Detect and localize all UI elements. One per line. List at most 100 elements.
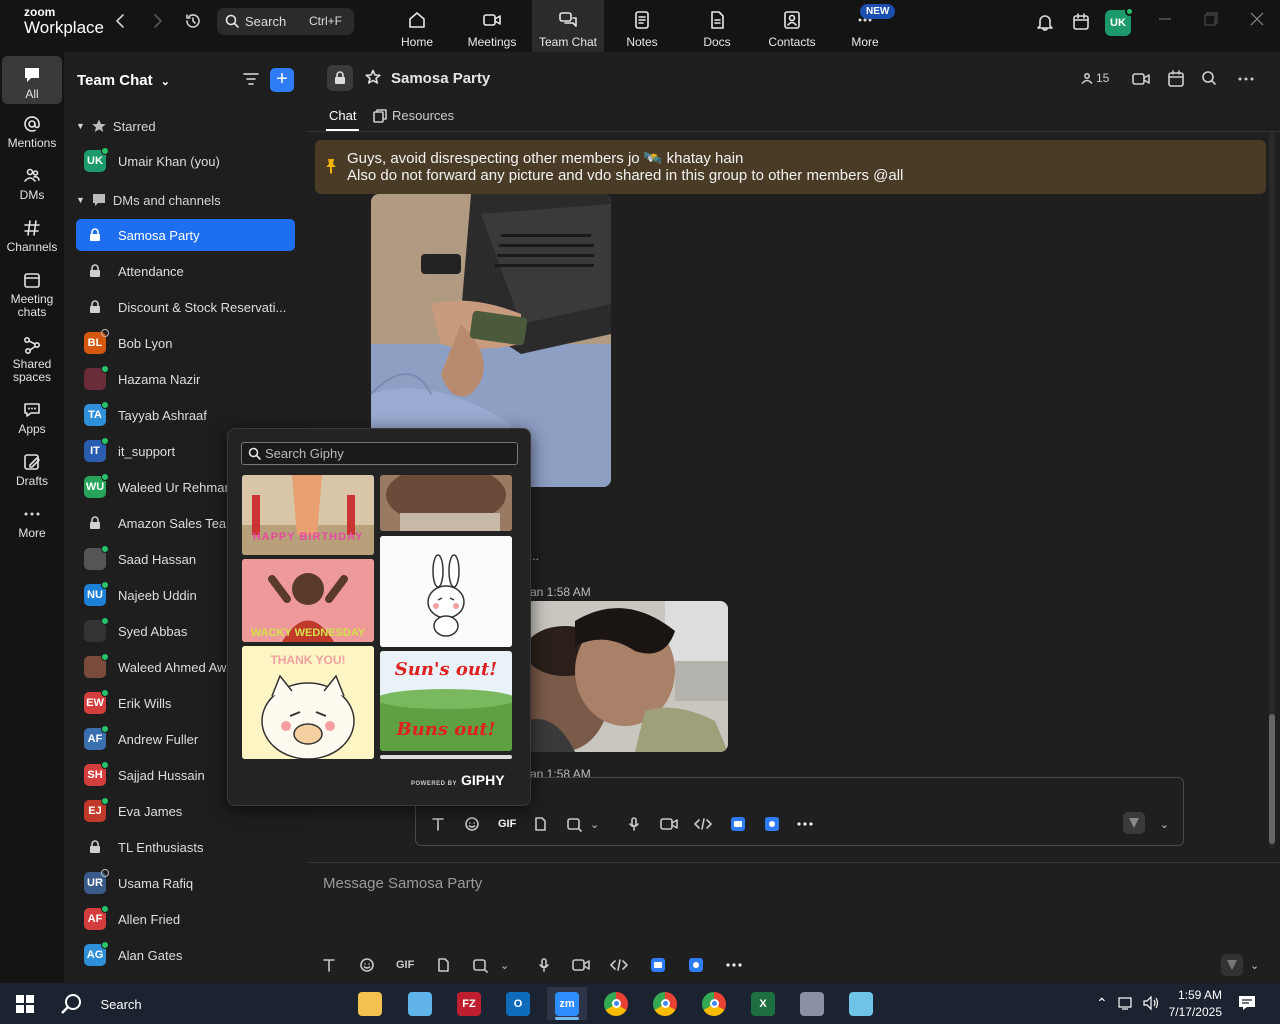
windows-start-icon[interactable] <box>16 995 34 1013</box>
tab-home[interactable]: Home <box>381 0 453 52</box>
rail-drafts[interactable]: Drafts <box>2 452 62 488</box>
user-avatar[interactable]: UK <box>1105 7 1134 36</box>
microphone-icon[interactable] <box>536 957 552 973</box>
sidebar-item-starred-0[interactable]: UK Umair Khan (you) <box>76 145 295 177</box>
star-outline-icon[interactable] <box>365 69 381 85</box>
pinned-message-banner[interactable]: Guys, avoid disrespecting other members … <box>315 140 1266 194</box>
member-count[interactable]: 15 <box>1081 71 1109 85</box>
gif-thumbnail[interactable]: WACKY WEDNESDAY <box>242 559 374 642</box>
whiteboard-icon[interactable] <box>1071 12 1091 32</box>
starred-section-header[interactable]: ▼ Starred <box>76 118 156 134</box>
tab-notes[interactable]: Notes <box>606 0 678 52</box>
file-icon[interactable] <box>435 957 451 973</box>
excel-icon[interactable]: X <box>743 987 783 1020</box>
gif-thumbnail[interactable] <box>380 755 512 759</box>
chevron-down-icon[interactable]: ⌄ <box>1250 959 1259 972</box>
app-blue-icon[interactable] <box>688 957 704 973</box>
tab-docs[interactable]: Docs <box>681 0 753 52</box>
send-button[interactable] <box>1123 812 1145 834</box>
app-blue-icon[interactable] <box>730 816 746 832</box>
text-format-icon[interactable] <box>430 816 446 832</box>
screenshot-icon[interactable] <box>472 957 488 973</box>
app-blue-icon[interactable] <box>650 957 666 973</box>
tab-chat[interactable]: Chat <box>325 108 360 131</box>
gif-button[interactable]: GIF <box>396 959 414 971</box>
tray-chevron-up-icon[interactable]: ⌃ <box>1096 995 1108 1012</box>
new-chat-button[interactable]: + <box>270 68 294 92</box>
tab-resources[interactable]: Resources <box>373 108 454 123</box>
chrome-icon[interactable] <box>694 987 734 1020</box>
rail-meeting-chats[interactable]: Meeting chats <box>2 270 62 319</box>
sidebar-item-5[interactable]: TA Tayyab Ashraaf <box>76 399 295 431</box>
composer-placeholder[interactable]: Message Samosa Party <box>323 875 482 892</box>
sidebar-item-4[interactable]: Hazama Nazir <box>76 363 295 395</box>
rail-all[interactable]: All <box>2 56 62 104</box>
more-options-icon[interactable] <box>1237 70 1255 88</box>
channel-name[interactable]: Samosa Party <box>391 70 490 87</box>
tab-meetings[interactable]: Meetings <box>456 0 528 52</box>
rail-dms[interactable]: DMs <box>2 166 62 202</box>
microphone-icon[interactable] <box>626 816 642 832</box>
file-icon[interactable] <box>532 816 548 832</box>
chrome-icon[interactable] <box>596 987 636 1020</box>
send-button[interactable] <box>1221 954 1243 976</box>
giphy-search-input[interactable]: Search Giphy <box>241 442 518 465</box>
message-scrollbar[interactable] <box>1269 132 1275 848</box>
volume-icon[interactable] <box>1142 995 1160 1011</box>
gif-thumbnail[interactable] <box>380 475 512 531</box>
text-format-icon[interactable] <box>321 957 337 973</box>
scrollbar-thumb[interactable] <box>1269 714 1275 844</box>
app-blue-icon[interactable] <box>764 816 780 832</box>
notepad-icon[interactable] <box>841 987 881 1020</box>
notification-center-icon[interactable] <box>1238 994 1256 1012</box>
maximize-window-button[interactable] <box>1204 12 1218 26</box>
calculator-icon[interactable] <box>792 987 832 1020</box>
sidebar-item-19[interactable]: AF Allen Fried <box>76 903 295 935</box>
video-clip-icon[interactable] <box>660 816 678 832</box>
system-clock[interactable]: 1:59 AM 7/17/2025 <box>1166 987 1222 1021</box>
global-search[interactable]: Search Ctrl+F <box>217 8 354 35</box>
sidebar-title[interactable]: Team Chat ⌄ <box>77 72 170 89</box>
search-icon[interactable] <box>1201 70 1217 86</box>
tab-contacts[interactable]: Contacts <box>756 0 828 52</box>
outlook-icon[interactable]: O <box>498 987 538 1020</box>
filezilla-icon[interactable]: FZ <box>449 987 489 1020</box>
gif-thumbnail[interactable]: THANK YOU! <box>242 646 374 759</box>
taskbar-search[interactable]: Search <box>60 993 142 1015</box>
sidebar-item-3[interactable]: BL Bob Lyon <box>76 327 295 359</box>
chevron-down-icon[interactable]: ⌄ <box>500 959 509 972</box>
code-snippet-icon[interactable] <box>694 816 712 832</box>
sidebar-item-0[interactable]: Samosa Party <box>76 219 295 251</box>
back-arrow-icon[interactable] <box>112 12 132 32</box>
tab-team-chat[interactable]: Team Chat <box>532 0 604 52</box>
rail-shared-spaces[interactable]: Shared spaces <box>2 335 62 384</box>
network-icon[interactable] <box>1118 995 1136 1011</box>
minimize-window-button[interactable] <box>1158 12 1172 26</box>
message-photo-group[interactable] <box>525 601 728 752</box>
notification-bell-icon[interactable] <box>1035 12 1055 32</box>
rail-mentions[interactable]: Mentions <box>2 114 62 150</box>
close-window-button[interactable] <box>1250 12 1264 26</box>
rail-apps[interactable]: Apps <box>2 400 62 436</box>
gif-button[interactable]: GIF <box>498 818 516 830</box>
screenshot-icon[interactable] <box>566 816 582 832</box>
gif-thumbnail[interactable]: HAPPY BIRTHDAY <box>242 475 374 555</box>
message-composer[interactable]: Message Samosa Party GIF ⌄ ⌄ <box>307 862 1280 983</box>
app-diamond-icon[interactable] <box>400 987 440 1020</box>
calendar-icon[interactable] <box>1167 70 1185 88</box>
rail-more[interactable]: More <box>2 504 62 540</box>
sidebar-item-17[interactable]: TL Enthusiasts <box>76 831 295 863</box>
chevron-down-icon[interactable]: ⌄ <box>1160 818 1169 831</box>
emoji-icon[interactable] <box>464 816 480 832</box>
sidebar-item-20[interactable]: AG Alan Gates <box>76 939 295 971</box>
sidebar-item-18[interactable]: UR Usama Rafiq <box>76 867 295 899</box>
emoji-icon[interactable] <box>359 957 375 973</box>
gif-thumbnail[interactable] <box>380 536 512 647</box>
sidebar-item-2[interactable]: Discount & Stock Reservati... <box>76 291 295 323</box>
chevron-down-icon[interactable]: ⌄ <box>590 818 599 831</box>
zoom-icon[interactable]: zm <box>547 987 587 1020</box>
sidebar-item-1[interactable]: Attendance <box>76 255 295 287</box>
gif-thumbnail[interactable]: Sun's out! Buns out! <box>380 651 512 751</box>
forward-arrow-icon[interactable] <box>148 12 168 32</box>
dms-section-header[interactable]: ▼ DMs and channels <box>76 192 221 208</box>
